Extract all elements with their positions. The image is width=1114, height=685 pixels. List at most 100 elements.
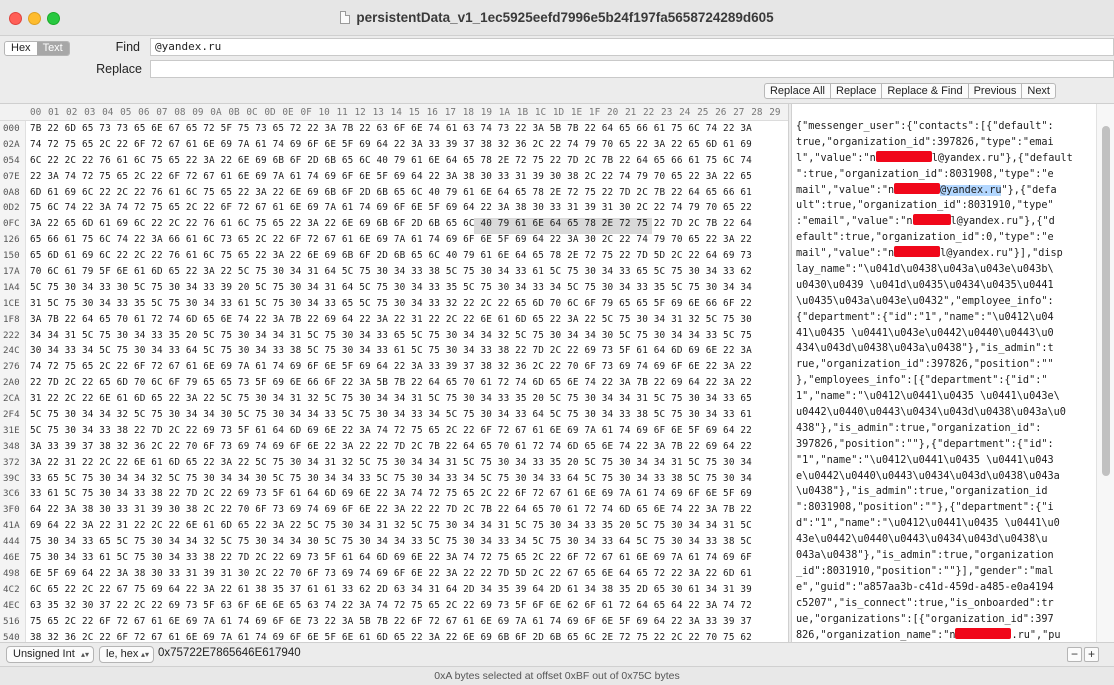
text-row[interactable]: d":"1","name":"\u0412\u0441\u0435 \u0441… bbox=[796, 516, 1095, 532]
hex-row[interactable]: 75 6C 74 22 3A 74 72 75 65 2C 22 6F 72 6… bbox=[30, 200, 786, 216]
hex-mode-option[interactable]: Hex bbox=[5, 42, 37, 55]
text-row[interactable]: 41\u0435 \u0441\u043e\u0442\u0440\u0443\… bbox=[796, 326, 1095, 342]
text-row[interactable]: l","value":"n l@yandex.ru"},{"default bbox=[796, 150, 1095, 167]
hex-row[interactable]: 74 72 75 65 2C 22 6F 72 67 61 6E 69 7A 6… bbox=[30, 359, 786, 375]
hex-row[interactable]: 65 6D 61 69 6C 22 2C 22 76 61 6C 75 65 2… bbox=[30, 248, 786, 264]
hex-row[interactable]: 3A 22 65 6D 61 69 6C 22 2C 22 76 61 6C 7… bbox=[30, 216, 786, 232]
replace-button[interactable]: Replace bbox=[830, 83, 883, 99]
text-row[interactable]: rue,"organization_id":397826,"position":… bbox=[796, 357, 1095, 373]
text-row[interactable]: true,"organization_id":397826,"type":"em… bbox=[796, 135, 1095, 151]
text-row[interactable]: _id":8031910,"position":""}],"gender":"m… bbox=[796, 564, 1095, 580]
find-replace-bar: Hex Text Find @yandex.ru Replace Replace… bbox=[0, 36, 1114, 104]
text-row[interactable]: "1","name":"\u0412\u0441\u0435 \u0441\u0… bbox=[796, 453, 1095, 469]
hex-row[interactable]: 33 65 5C 75 30 34 34 32 5C 75 30 34 34 3… bbox=[30, 471, 786, 487]
find-input[interactable]: @yandex.ru bbox=[150, 38, 1114, 56]
hex-row[interactable]: 6C 65 22 2C 22 67 75 69 64 22 3A 22 61 3… bbox=[30, 582, 786, 598]
hex-row[interactable]: 69 64 22 3A 22 31 22 2C 22 6E 61 6D 65 2… bbox=[30, 518, 786, 534]
text-row[interactable]: mail","value":"n l@yandex.ru"}],"disp bbox=[796, 246, 1095, 262]
text-row[interactable]: \u0435\u043a\u043e\u0432","employee_info… bbox=[796, 294, 1095, 310]
offset-label: 4C2 bbox=[3, 583, 20, 595]
text-row[interactable]: ":true,"organization_id":8031908,"type":… bbox=[796, 167, 1095, 183]
hex-row[interactable]: 30 34 33 34 5C 75 30 34 33 64 5C 75 30 3… bbox=[30, 343, 786, 359]
hex-editor[interactable]: 00 01 02 03 04 05 06 07 08 09 0A 0B 0C 0D 0E 0F 10 11 12 13… bbox=[0, 104, 1114, 674]
scrollbar-thumb[interactable] bbox=[1102, 126, 1110, 476]
inspector-value[interactable]: 0x75722E7865646E617940 bbox=[158, 647, 301, 659]
text-row[interactable]: 438"},"is_admin":true,"organization_id": bbox=[796, 421, 1095, 437]
hex-row[interactable]: 5C 75 30 34 33 38 22 7D 2C 22 69 73 5F 6… bbox=[30, 423, 786, 439]
text-row[interactable]: ult":true,"organization_id":8031910,"typ… bbox=[796, 198, 1095, 214]
replace-and-find-button[interactable]: Replace & Find bbox=[881, 83, 969, 99]
hex-row[interactable]: 34 34 31 5C 75 30 34 33 35 20 5C 75 30 3… bbox=[30, 328, 786, 344]
offset-label: 17A bbox=[3, 266, 20, 278]
hex-row[interactable]: 5C 75 30 34 34 32 5C 75 30 34 34 30 5C 7… bbox=[30, 407, 786, 423]
text-row[interactable]: u0430\u0439 \u041d\u0435\u0434\u0435\u04… bbox=[796, 278, 1095, 294]
hex-row[interactable]: 63 35 32 30 37 22 2C 22 69 73 5F 63 6F 6… bbox=[30, 598, 786, 614]
text-row-segment: ":true,"organization_id":8031908,"type":… bbox=[796, 168, 1054, 180]
hex-row[interactable]: 7B 22 6D 65 73 73 65 6E 67 65 72 5F 75 7… bbox=[30, 121, 786, 137]
text-row[interactable]: 826,"organization_name":"n .ru","pu bbox=[796, 627, 1095, 643]
hex-row[interactable]: 65 66 61 75 6C 74 22 3A 66 61 6C 73 65 2… bbox=[30, 232, 786, 248]
remove-inspector-button[interactable]: − bbox=[1067, 647, 1082, 662]
text-row[interactable]: e","guid":"a857aa3b-c41d-459d-a485-e0a41… bbox=[796, 580, 1095, 596]
text-row[interactable]: :"email","value":"n l@yandex.ru"},{"d bbox=[796, 214, 1095, 230]
hex-row[interactable]: 31 5C 75 30 34 33 35 5C 75 30 34 33 61 5… bbox=[30, 296, 786, 312]
column-header-cell: 20 bbox=[606, 107, 619, 118]
text-row[interactable]: e\u0442\u0440\u0443\u0434\u043d\u0438\u0… bbox=[796, 469, 1095, 485]
hex-row[interactable]: 3A 7B 22 64 65 70 61 72 74 6D 65 6E 74 2… bbox=[30, 312, 786, 328]
endian-popup[interactable]: le, hex ▴▾ bbox=[99, 646, 154, 663]
text-row[interactable]: efault":true,"organization_id":0,"type":… bbox=[796, 230, 1095, 246]
text-row-segment: mail","value":"n bbox=[796, 184, 895, 196]
text-row[interactable]: \u0438"},"is_admin":true,"organization_i… bbox=[796, 484, 1095, 500]
text-row[interactable]: {"department":{"id":"1","name":"\u0412\u… bbox=[796, 310, 1095, 326]
vertical-scrollbar[interactable] bbox=[1096, 104, 1114, 642]
add-inspector-button[interactable]: + bbox=[1084, 647, 1099, 662]
column-header-cell: 22 bbox=[643, 107, 655, 118]
hex-row[interactable]: 22 7D 2C 22 65 6D 70 6C 6F 79 65 65 73 5… bbox=[30, 375, 786, 391]
text-row-segment: 043a\u0438"},"is_admin":true,"organizati… bbox=[796, 550, 1054, 562]
hex-row[interactable]: 33 61 5C 75 30 34 33 38 22 7D 2C 22 69 7… bbox=[30, 486, 786, 502]
replace-all-button[interactable]: Replace All bbox=[763, 83, 831, 99]
text-row[interactable]: 397826,"position":""},{"department":{"id… bbox=[796, 437, 1095, 453]
hex-row[interactable]: 6C 22 2C 22 76 61 6C 75 65 22 3A 22 6E 6… bbox=[30, 153, 786, 169]
hex-row[interactable]: 75 65 2C 22 6F 72 67 61 6E 69 7A 61 74 6… bbox=[30, 614, 786, 630]
hex-row[interactable]: 5C 75 30 34 33 30 5C 75 30 34 33 39 20 5… bbox=[30, 280, 786, 296]
replace-input[interactable] bbox=[150, 60, 1114, 78]
hex-row[interactable]: 38 32 36 2C 22 6F 72 67 61 6E 69 7A 61 7… bbox=[30, 630, 786, 643]
text-row[interactable]: lay_name":"\u041d\u0438\u043a\u043e\u043… bbox=[796, 262, 1095, 278]
text-row[interactable]: ue,"organizations":[{"organization_id":3… bbox=[796, 612, 1095, 628]
text-pane[interactable]: {"messenger_user":{"contacts":[{"default… bbox=[792, 119, 1095, 642]
hex-row[interactable]: 75 30 34 33 65 5C 75 30 34 34 32 5C 75 3… bbox=[30, 534, 786, 550]
text-row[interactable]: 434\u043d\u0438\u043a\u0438"},"is_admin"… bbox=[796, 341, 1095, 357]
text-row[interactable]: 43e\u0442\u0440\u0443\u0434\u043d\u0438\… bbox=[796, 532, 1095, 548]
hex-row[interactable]: 3A 22 31 22 2C 22 6E 61 6D 65 22 3A 22 5… bbox=[30, 455, 786, 471]
text-row[interactable]: 043a\u0438"},"is_admin":true,"organizati… bbox=[796, 548, 1095, 564]
offset-label: 348 bbox=[3, 440, 20, 452]
hex-row[interactable]: 70 6C 61 79 5F 6E 61 6D 65 22 3A 22 5C 7… bbox=[30, 264, 786, 280]
column-header-cell: 11 bbox=[336, 107, 348, 118]
hex-row[interactable]: 64 22 3A 38 30 33 31 39 30 38 2C 22 70 6… bbox=[30, 502, 786, 518]
next-button[interactable]: Next bbox=[1021, 83, 1056, 99]
hex-row[interactable]: 74 72 75 65 2C 22 6F 72 67 61 6E 69 7A 6… bbox=[30, 137, 786, 153]
redaction-mark bbox=[894, 182, 941, 194]
hex-row[interactable]: 75 30 34 33 61 5C 75 30 34 33 38 22 7D 2… bbox=[30, 550, 786, 566]
text-row[interactable]: },"employees_info":[{"department":{"id":… bbox=[796, 373, 1095, 389]
hex-row[interactable]: 22 3A 74 72 75 65 2C 22 6F 72 67 61 6E 6… bbox=[30, 169, 786, 185]
text-row-segment: l","value":"n bbox=[796, 152, 876, 164]
previous-button[interactable]: Previous bbox=[967, 83, 1023, 99]
text-row[interactable]: 1","name":"\u0412\u0441\u0435 \u0441\u04… bbox=[796, 389, 1095, 405]
hex-row[interactable]: 6E 5F 69 64 22 3A 38 30 33 31 39 31 30 2… bbox=[30, 566, 786, 582]
text-row[interactable]: {"messenger_user":{"contacts":[{"default… bbox=[796, 119, 1095, 135]
column-header-cell: 29 bbox=[769, 107, 781, 118]
hex-bytes-pane[interactable]: 7B 22 6D 65 73 73 65 6E 67 65 72 5F 75 7… bbox=[30, 121, 786, 642]
text-row[interactable]: c5207","is_connect":true,"is_onboarded":… bbox=[796, 596, 1095, 612]
text-row-segment: 41\u0435 \u0441\u043e\u0442\u0440\u0443\… bbox=[796, 327, 1054, 339]
text-row[interactable]: ":8031908,"position":""},{"department":{… bbox=[796, 500, 1095, 516]
text-row[interactable]: u0442\u0440\u0443\u0434\u043d\u0438\u043… bbox=[796, 405, 1095, 421]
hex-row[interactable]: 6D 61 69 6C 22 2C 22 76 61 6C 75 65 22 3… bbox=[30, 185, 786, 201]
hex-row[interactable]: 3A 33 39 37 38 32 36 2C 22 70 6F 73 69 7… bbox=[30, 439, 786, 455]
type-popup[interactable]: Unsigned Int ▴▾ bbox=[6, 646, 94, 663]
offset-label: 372 bbox=[3, 456, 20, 468]
text-row[interactable]: mail","value":"n @yandex.ru"},{"defa bbox=[796, 182, 1095, 199]
hex-row[interactable]: 31 22 2C 22 6E 61 6D 65 22 3A 22 5C 75 3… bbox=[30, 391, 786, 407]
text-row-segment: ":8031908,"position":""},{"department":{… bbox=[796, 502, 1054, 514]
